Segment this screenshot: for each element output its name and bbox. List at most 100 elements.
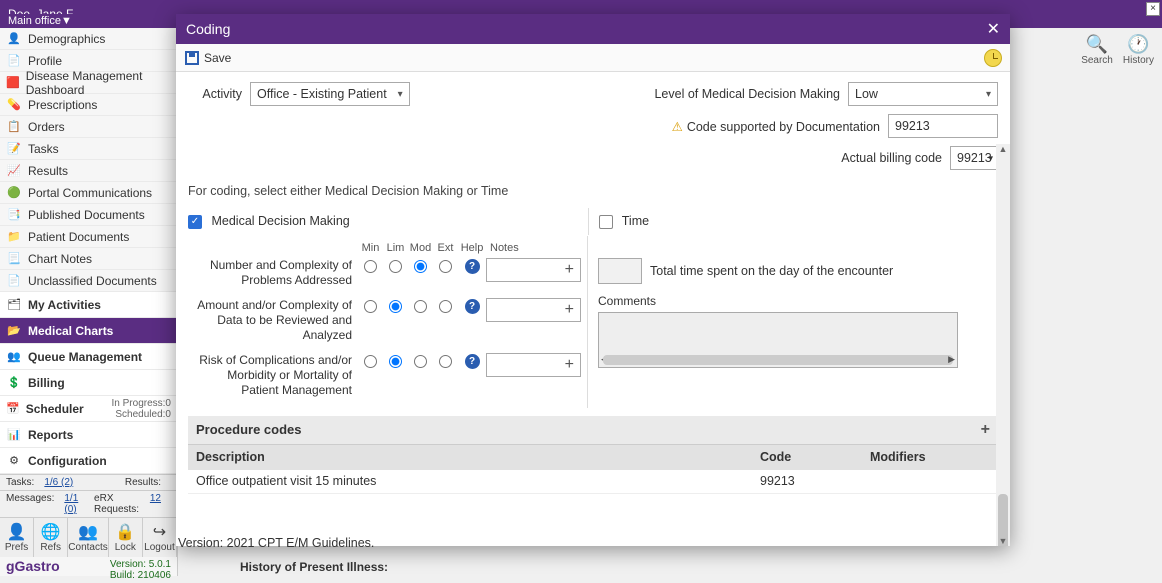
scroll-down-icon[interactable]: ▼ xyxy=(996,536,1010,546)
brand-logo: gGastro xyxy=(6,558,60,574)
level-select[interactable]: Low xyxy=(848,82,998,106)
sidebar-main-item[interactable]: 💲Billing xyxy=(0,370,177,396)
sidebar-item-label: Patient Documents xyxy=(28,230,129,244)
sidebar-main-label: Billing xyxy=(28,376,65,390)
sidebar-main-item[interactable]: 👥Queue Management xyxy=(0,344,177,370)
lock-button[interactable]: 🔒Lock xyxy=(109,518,143,557)
refs-icon: 🌐 xyxy=(34,522,67,542)
mdm-radio[interactable] xyxy=(364,260,377,273)
history-button[interactable]: 🕐History xyxy=(1123,34,1154,66)
modal-close-button[interactable]: ✕ xyxy=(987,19,1000,39)
help-icon[interactable]: ? xyxy=(465,354,480,369)
activity-select[interactable]: Office - Existing Patient xyxy=(250,82,410,106)
erx-value[interactable]: 12 xyxy=(150,493,161,515)
mdm-radio[interactable] xyxy=(414,300,427,313)
sidebar-main-icon: 📂 xyxy=(6,323,22,339)
clock-icon[interactable] xyxy=(984,49,1002,67)
sidebar-main-item[interactable]: ⚙Configuration xyxy=(0,448,177,474)
sidebar-item-label: Tasks xyxy=(28,142,59,156)
sidebar-item[interactable]: 📝Tasks xyxy=(0,138,177,160)
sidebar-item[interactable]: 🟢Portal Communications xyxy=(0,182,177,204)
add-note-icon[interactable]: + xyxy=(565,356,574,374)
mdm-radio[interactable] xyxy=(389,355,402,368)
comments-label: Comments xyxy=(598,294,998,308)
sidebar-main-label: Configuration xyxy=(28,454,107,468)
col-code: Code xyxy=(760,450,870,464)
add-procedure-button[interactable]: + xyxy=(981,421,990,439)
horizontal-scrollbar[interactable] xyxy=(603,355,953,365)
mdm-radio[interactable] xyxy=(389,260,402,273)
sidebar-item-label: Unclassified Documents xyxy=(28,274,157,288)
sidebar-main-item[interactable]: 📊Reports xyxy=(0,422,177,448)
erx-label: eRX Requests: xyxy=(94,493,140,515)
history-label: History xyxy=(1123,55,1154,66)
mdm-radio[interactable] xyxy=(439,355,452,368)
sidebar-item[interactable]: 📄Unclassified Documents xyxy=(0,270,177,292)
sidebar-item[interactable]: 📋Orders xyxy=(0,116,177,138)
search-button[interactable]: 🔍Search xyxy=(1081,34,1113,66)
mdm-radio[interactable] xyxy=(364,355,377,368)
modal-body: Activity Office - Existing Patient Level… xyxy=(176,72,1010,546)
notes-input[interactable]: + xyxy=(486,258,581,282)
sidebar-item-label: Disease Management Dashboard xyxy=(26,69,171,97)
mdm-checkbox[interactable]: ✓ xyxy=(188,215,202,229)
right-toolbar: 🔍Search 🕐History xyxy=(1081,34,1154,66)
prefs-button[interactable]: 👤Prefs xyxy=(0,518,34,557)
lock-icon: 🔒 xyxy=(109,522,142,542)
refs-button[interactable]: 🌐Refs xyxy=(34,518,68,557)
app-close-button[interactable]: × xyxy=(1146,2,1160,16)
notes-input[interactable]: + xyxy=(486,353,581,377)
total-time-input[interactable] xyxy=(598,258,642,284)
col-lim: Lim xyxy=(383,242,408,254)
mdm-radio[interactable] xyxy=(389,300,402,313)
prefs-icon: 👤 xyxy=(0,522,33,542)
sidebar-item[interactable]: 💊Prescriptions xyxy=(0,94,177,116)
help-icon[interactable]: ? xyxy=(465,299,480,314)
add-note-icon[interactable]: + xyxy=(565,261,574,279)
activity-label: Activity xyxy=(188,87,242,101)
contacts-icon: 👥 xyxy=(68,522,107,542)
chevron-down-icon: ▼ xyxy=(61,15,72,27)
sidebar-item[interactable]: 📑Published Documents xyxy=(0,204,177,226)
mdm-radio[interactable] xyxy=(414,260,427,273)
mdm-radio[interactable] xyxy=(414,355,427,368)
sidebar-item[interactable]: 👤Demographics xyxy=(0,28,177,50)
procedure-row[interactable]: Office outpatient visit 15 minutes99213 xyxy=(188,470,998,494)
vertical-scrollbar[interactable]: ▲ ▼ xyxy=(996,144,1010,546)
supported-code-input[interactable]: 99213 xyxy=(888,114,998,138)
add-note-icon[interactable]: + xyxy=(565,301,574,319)
sidebar-item[interactable]: 📈Results xyxy=(0,160,177,182)
supported-label-text: Code supported by Documentation xyxy=(687,120,880,134)
mdm-radio[interactable] xyxy=(439,260,452,273)
chevron-down-icon: ▾ xyxy=(988,153,993,164)
save-button[interactable]: Save xyxy=(184,50,231,66)
scroll-right-icon[interactable]: ▶ xyxy=(948,354,955,365)
activity-value: Office - Existing Patient xyxy=(257,87,387,101)
scroll-up-icon[interactable]: ▲ xyxy=(996,144,1010,154)
notes-input[interactable]: + xyxy=(486,298,581,322)
sidebar-item[interactable]: 🟥Disease Management Dashboard xyxy=(0,72,177,94)
procedure-codes-header: Procedure codes + xyxy=(188,416,998,444)
sidebar-item[interactable]: 📁Patient Documents xyxy=(0,226,177,248)
help-icon[interactable]: ? xyxy=(465,259,480,274)
mdm-radio[interactable] xyxy=(364,300,377,313)
time-checkbox[interactable] xyxy=(599,215,613,229)
logout-button[interactable]: ↪Logout xyxy=(143,518,177,557)
mdm-radio[interactable] xyxy=(439,300,452,313)
sidebar-main-item[interactable]: 📂Medical Charts xyxy=(0,318,177,344)
sidebar-main-item[interactable]: 🗂My Activities xyxy=(0,292,177,318)
sidebar-item-icon: 🟢 xyxy=(6,185,22,201)
search-label: Search xyxy=(1081,55,1113,66)
messages-value[interactable]: 1/1 (0) xyxy=(64,493,84,515)
modal-toolbar: Save xyxy=(176,44,1010,72)
save-label: Save xyxy=(204,51,231,65)
tasks-value[interactable]: 1/6 (2) xyxy=(44,477,73,488)
sidebar-item-icon: 📄 xyxy=(6,53,22,69)
sidebar-item[interactable]: 📃Chart Notes xyxy=(0,248,177,270)
contacts-button[interactable]: 👥Contacts xyxy=(68,518,108,557)
actual-code-select[interactable]: 99213▾ xyxy=(950,146,998,170)
instruction-text: For coding, select either Medical Decisi… xyxy=(188,184,998,198)
comments-textarea[interactable]: ◀ ▶ xyxy=(598,312,958,368)
time-section-toggle: Time xyxy=(589,208,999,235)
sidebar-main-item[interactable]: 📅SchedulerIn Progress:0 Scheduled:0 xyxy=(0,396,177,422)
